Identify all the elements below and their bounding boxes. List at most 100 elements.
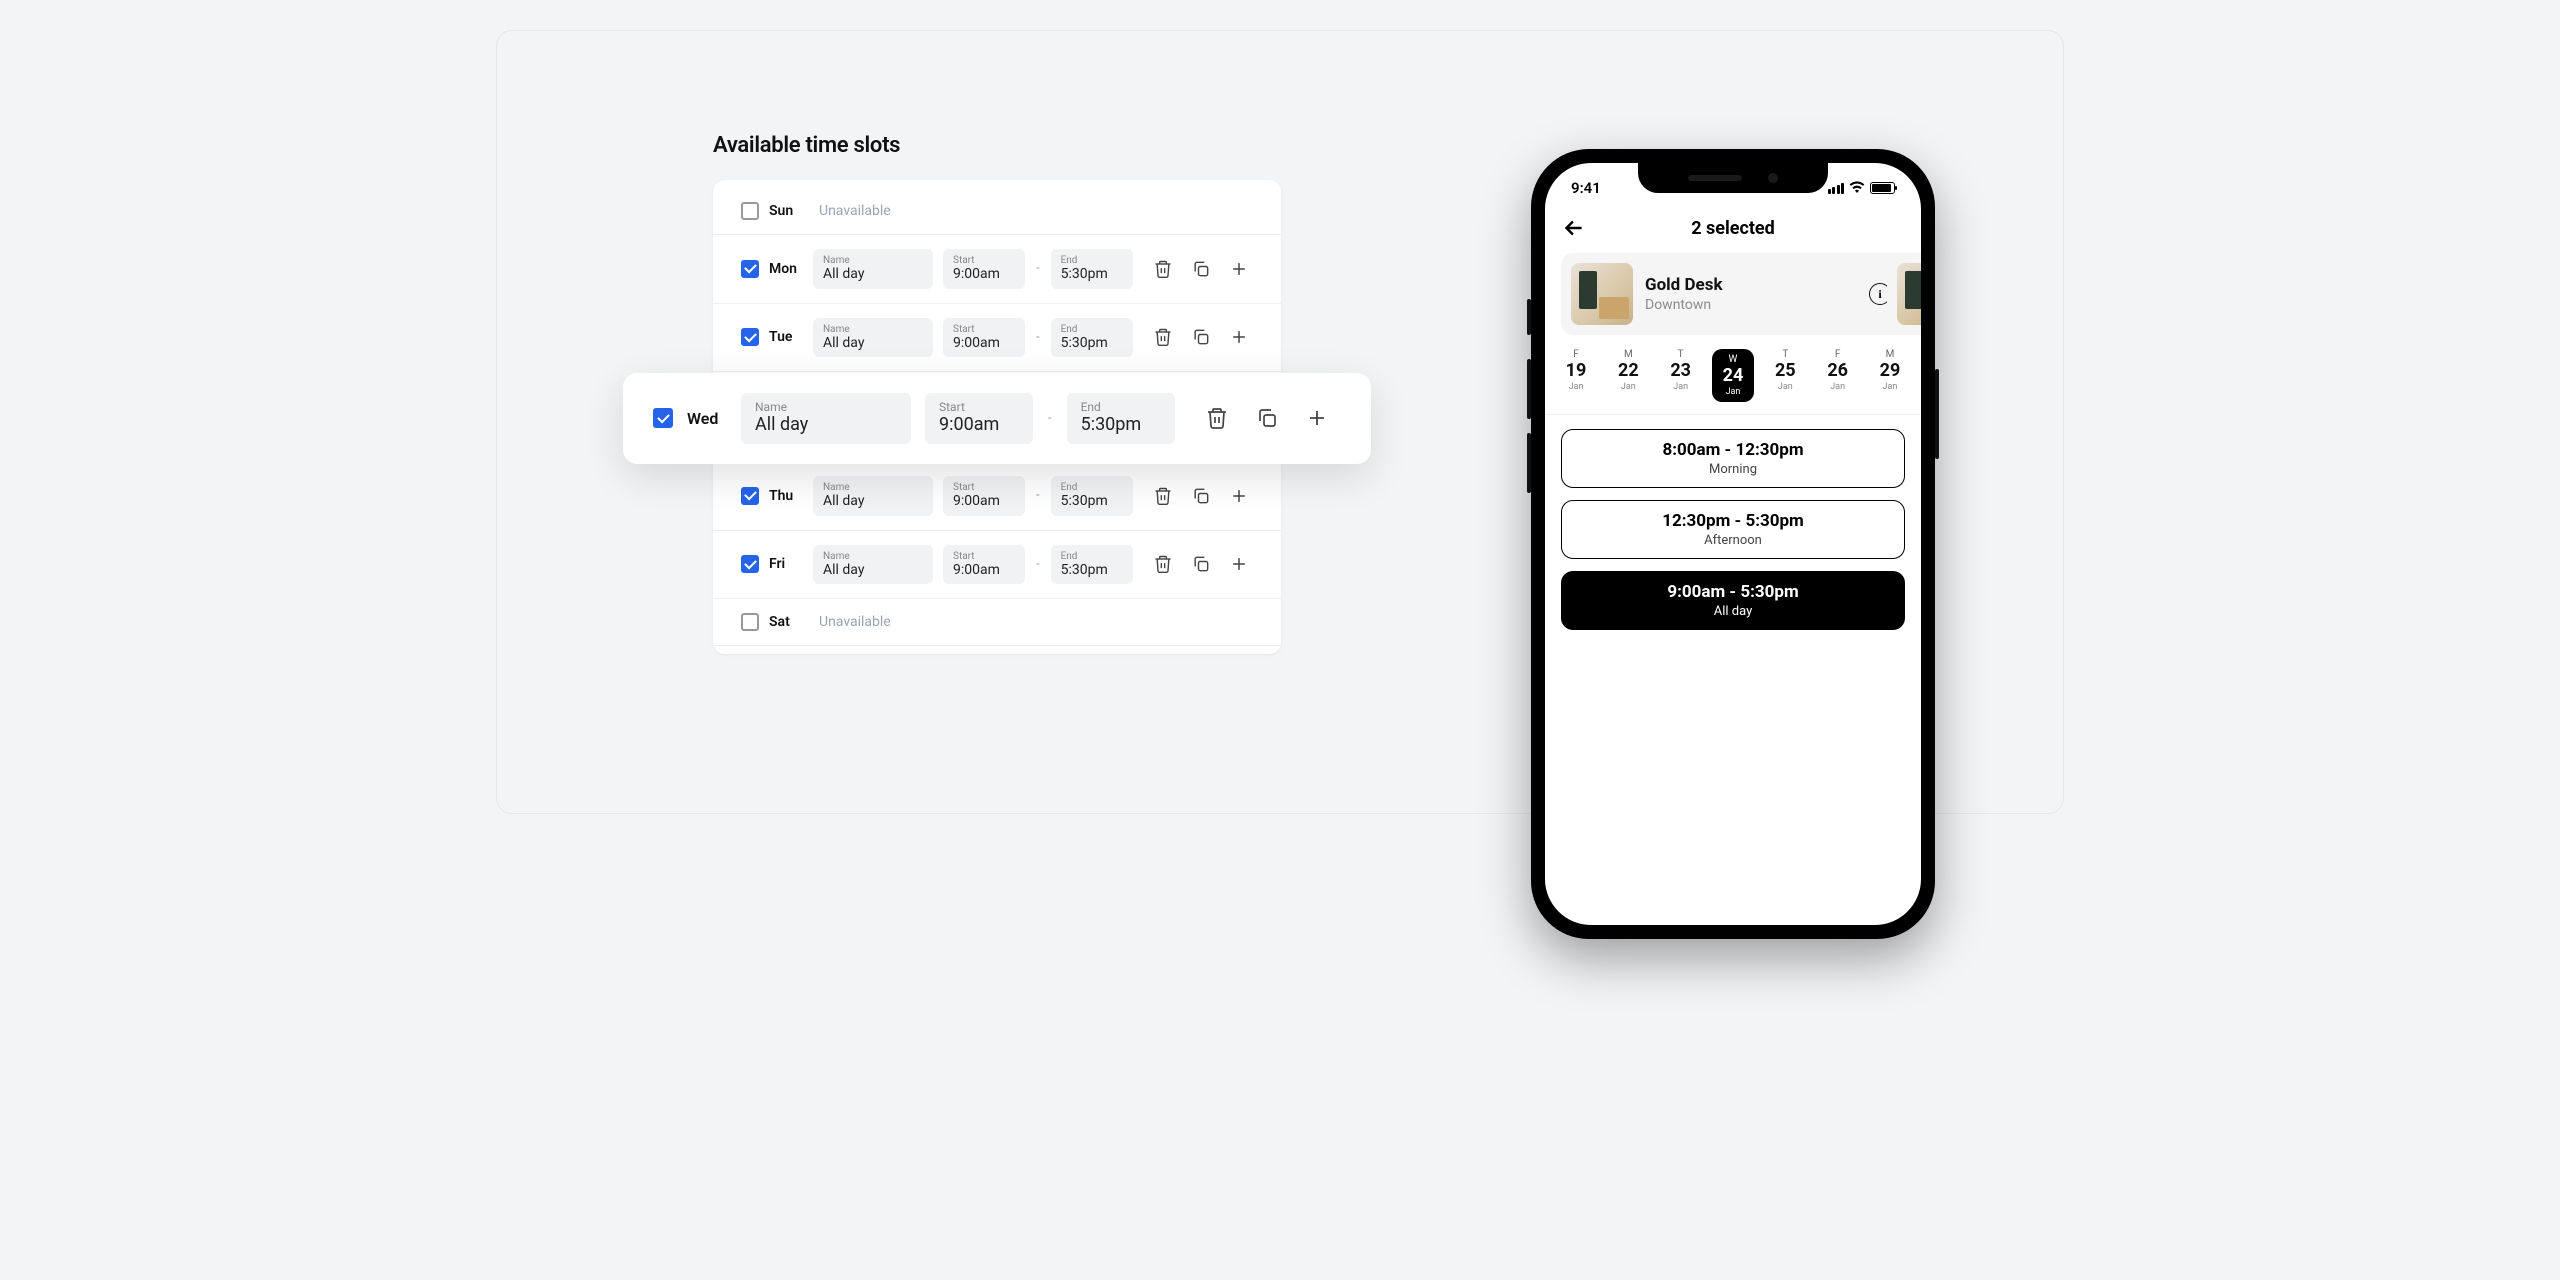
copy-icon[interactable] — [1255, 406, 1279, 430]
day-checkbox[interactable] — [741, 260, 759, 278]
slot-start-field[interactable]: Start 9:00am — [943, 476, 1025, 516]
date-dow: F — [1835, 349, 1841, 360]
resource-meta: Gold Desk Downtown — [1645, 275, 1723, 313]
date-dow: W — [1729, 354, 1738, 365]
slot-time: 8:00am - 12:30pm — [1576, 440, 1890, 460]
field-label: Start — [953, 482, 1015, 493]
trash-icon[interactable] — [1153, 554, 1173, 574]
trash-icon[interactable] — [1153, 259, 1173, 279]
copy-icon[interactable] — [1191, 327, 1211, 347]
copy-icon[interactable] — [1191, 259, 1211, 279]
unavailable-text: Unavailable — [819, 203, 891, 219]
copy-icon[interactable] — [1191, 554, 1211, 574]
field-label: End — [1061, 482, 1123, 493]
plus-icon[interactable] — [1305, 406, 1329, 430]
plus-icon[interactable] — [1229, 554, 1249, 574]
unavailable-text: Unavailable — [819, 614, 891, 630]
slot-start-field[interactable]: Start 9:00am — [943, 545, 1025, 585]
field-label: Start — [953, 324, 1015, 335]
day-checkbox[interactable] — [741, 487, 759, 505]
slot-name-field[interactable]: Name All day — [813, 318, 933, 358]
field-value: All day — [823, 335, 923, 353]
time-range-dash: - — [1035, 261, 1041, 276]
slot-start-field[interactable]: Start 9:00am — [943, 249, 1025, 289]
slot-option-selected[interactable]: 9:00am - 5:30pm All day — [1561, 571, 1905, 630]
date-option[interactable]: F 26 Jan — [1817, 349, 1859, 402]
field-value: 9:00am — [953, 493, 1015, 511]
date-month: Jan — [1726, 387, 1741, 397]
field-value: All day — [823, 562, 923, 580]
date-option[interactable]: M 22 Jan — [1607, 349, 1649, 402]
slot-name-field[interactable]: Name All day — [813, 476, 933, 516]
panel-title: Available time slots — [713, 133, 1281, 158]
plus-icon[interactable] — [1229, 259, 1249, 279]
slot-name-field[interactable]: Name All day — [813, 249, 933, 289]
day-label: Sun — [769, 203, 803, 219]
day-row-wed-expanded: Wed Name All day Start 9:00am - End 5:30… — [623, 373, 1371, 464]
date-option[interactable]: T 25 Jan — [1764, 349, 1806, 402]
status-time: 9:41 — [1571, 179, 1601, 197]
day-checkbox[interactable] — [741, 613, 759, 631]
resource-thumbnail — [1571, 263, 1633, 325]
row-actions — [1153, 554, 1249, 574]
date-dow: T — [1678, 349, 1684, 360]
day-label: Sat — [769, 614, 803, 630]
date-month: Jan — [1569, 382, 1584, 392]
back-arrow-icon[interactable] — [1561, 215, 1587, 241]
slot-name-field[interactable]: Name All day — [813, 545, 933, 585]
resource-card-next-peek[interactable] — [1887, 253, 1921, 335]
field-label: End — [1061, 324, 1123, 335]
resource-card[interactable]: Gold Desk Downtown i — [1561, 253, 1905, 335]
slot-end-field[interactable]: End 5:30pm — [1051, 545, 1133, 585]
day-label: Fri — [769, 556, 803, 572]
field-value: All day — [755, 414, 897, 437]
slot-name: All day — [1576, 604, 1890, 619]
time-range-dash: - — [1035, 557, 1041, 572]
date-option[interactable]: T 23 Jan — [1660, 349, 1702, 402]
resource-location: Downtown — [1645, 297, 1723, 313]
slot-end-field[interactable]: End 5:30pm — [1067, 393, 1175, 444]
field-value: 5:30pm — [1061, 493, 1123, 511]
row-actions — [1153, 259, 1249, 279]
row-actions — [1153, 486, 1249, 506]
day-row-sat: Sat Unavailable — [713, 599, 1281, 646]
date-num: 23 — [1670, 360, 1691, 382]
trash-icon[interactable] — [1205, 406, 1229, 430]
field-label: End — [1061, 255, 1123, 266]
phone-volume-up — [1527, 359, 1531, 419]
field-value: 9:00am — [953, 335, 1015, 353]
copy-icon[interactable] — [1191, 486, 1211, 506]
slot-start-field[interactable]: Start 9:00am — [925, 393, 1033, 444]
slot-option[interactable]: 8:00am - 12:30pm Morning — [1561, 429, 1905, 488]
field-label: Name — [823, 255, 923, 266]
slot-time: 9:00am - 5:30pm — [1576, 582, 1890, 602]
phone-notch — [1638, 163, 1828, 193]
field-label: Name — [755, 401, 897, 414]
date-picker-strip: F 19 Jan M 22 Jan T 23 Jan W 24 Jan — [1545, 335, 1921, 415]
day-checkbox[interactable] — [653, 408, 673, 428]
plus-icon[interactable] — [1229, 486, 1249, 506]
day-checkbox[interactable] — [741, 202, 759, 220]
date-month: Jan — [1673, 382, 1688, 392]
slot-end-field[interactable]: End 5:30pm — [1051, 249, 1133, 289]
date-option[interactable]: M 29 Jan — [1869, 349, 1911, 402]
trash-icon[interactable] — [1153, 486, 1173, 506]
slot-option[interactable]: 12:30pm - 5:30pm Afternoon — [1561, 500, 1905, 559]
day-row-tue: Tue Name All day Start 9:00am - End 5:30… — [713, 304, 1281, 373]
date-month: Jan — [1883, 382, 1898, 392]
date-num: 24 — [1723, 365, 1744, 387]
day-checkbox[interactable] — [741, 328, 759, 346]
date-option-selected[interactable]: W 24 Jan — [1712, 349, 1754, 402]
slot-name-field[interactable]: Name All day — [741, 393, 911, 444]
trash-icon[interactable] — [1153, 327, 1173, 347]
slot-start-field[interactable]: Start 9:00am — [943, 318, 1025, 358]
cellular-signal-icon — [1828, 183, 1845, 194]
field-value: All day — [823, 266, 923, 284]
slot-end-field[interactable]: End 5:30pm — [1051, 476, 1133, 516]
slot-end-field[interactable]: End 5:30pm — [1051, 318, 1133, 358]
field-value: 5:30pm — [1061, 266, 1123, 284]
date-option[interactable]: F 19 Jan — [1555, 349, 1597, 402]
plus-icon[interactable] — [1229, 327, 1249, 347]
day-checkbox[interactable] — [741, 555, 759, 573]
resource-name: Gold Desk — [1645, 275, 1723, 295]
